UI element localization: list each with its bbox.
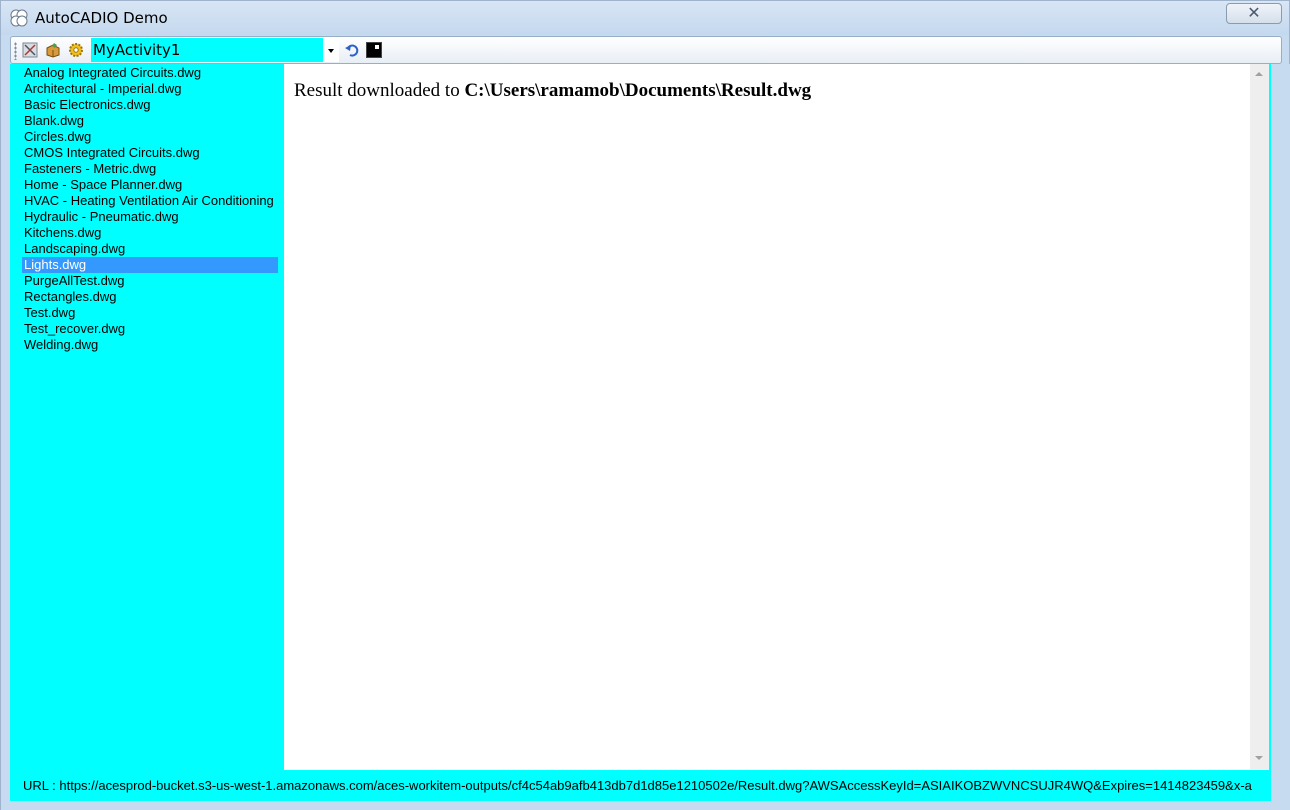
file-list-item[interactable]: Basic Electronics.dwg bbox=[22, 97, 278, 113]
undo-icon[interactable] bbox=[344, 42, 360, 58]
clover-icon bbox=[10, 9, 28, 27]
window-frame-bottom bbox=[1, 801, 1290, 810]
file-list[interactable]: Analog Integrated Circuits.dwg Architectu… bbox=[10, 64, 284, 770]
file-list-item[interactable]: CMOS Integrated Circuits.dwg bbox=[22, 145, 278, 161]
file-list-item[interactable]: Test_recover.dwg bbox=[22, 321, 278, 337]
vertical-scrollbar[interactable] bbox=[1250, 64, 1269, 770]
toolbar-grip[interactable] bbox=[14, 42, 17, 60]
file-list-item[interactable]: Blank.dwg bbox=[22, 113, 278, 129]
chevron-down-icon bbox=[328, 49, 334, 53]
file-list-item[interactable]: Circles.dwg bbox=[22, 129, 278, 145]
file-list-item[interactable]: Home - Space Planner.dwg bbox=[22, 177, 278, 193]
file-list-item[interactable]: Kitchens.dwg bbox=[22, 225, 278, 241]
activity-value: MyActivity1 bbox=[93, 41, 181, 59]
file-list-item[interactable]: Hydraulic - Pneumatic.dwg bbox=[22, 209, 278, 225]
console-icon[interactable] bbox=[366, 42, 382, 58]
window-title: AutoCADIO Demo bbox=[35, 9, 168, 27]
toolbar: MyActivity1 bbox=[10, 36, 1282, 64]
file-list-item[interactable]: Fasteners - Metric.dwg bbox=[22, 161, 278, 177]
file-list-item[interactable]: Rectangles.dwg bbox=[22, 289, 278, 305]
result-prefix: Result downloaded to bbox=[294, 80, 465, 101]
file-list-item[interactable]: Lights.dwg bbox=[22, 257, 278, 273]
result-pane: Result downloaded to C:\Users\ramamob\Do… bbox=[284, 64, 1250, 770]
title-bar[interactable]: AutoCADIO Demo ✕ bbox=[1, 1, 1289, 35]
file-list-item[interactable]: Welding.dwg bbox=[22, 337, 278, 353]
client-area: Analog Integrated Circuits.dwg Architectu… bbox=[10, 64, 1271, 801]
tools-icon[interactable] bbox=[22, 42, 38, 58]
result-path: C:\Users\ramamob\Documents\Result.dwg bbox=[464, 80, 812, 101]
file-list-item[interactable]: Architectural - Imperial.dwg bbox=[22, 81, 278, 97]
file-list-item[interactable]: PurgeAllTest.dwg bbox=[22, 273, 278, 289]
scroll-up-icon[interactable] bbox=[1255, 72, 1263, 76]
package-icon[interactable] bbox=[45, 42, 61, 58]
activity-combobox[interactable]: MyActivity1 bbox=[91, 38, 323, 62]
result-message: Result downloaded to C:\Users\ramamob\Do… bbox=[294, 80, 811, 102]
status-url: URL : https://acesprod-bucket.s3-us-west… bbox=[23, 778, 1252, 793]
gear-icon[interactable] bbox=[68, 42, 84, 58]
file-list-item[interactable]: Analog Integrated Circuits.dwg bbox=[22, 65, 278, 81]
file-list-item[interactable]: HVAC - Heating Ventilation Air Condition… bbox=[22, 193, 278, 209]
file-list-item[interactable]: Test.dwg bbox=[22, 305, 278, 321]
window-frame-right bbox=[1271, 64, 1290, 801]
close-button[interactable]: ✕ bbox=[1226, 3, 1282, 24]
scroll-down-icon[interactable] bbox=[1255, 756, 1263, 760]
file-list-item[interactable]: Landscaping.dwg bbox=[22, 241, 278, 257]
app-window: AutoCADIO Demo ✕ MyActivity1 Analog Inte… bbox=[0, 0, 1290, 810]
activity-dropdown-button[interactable] bbox=[325, 38, 339, 62]
